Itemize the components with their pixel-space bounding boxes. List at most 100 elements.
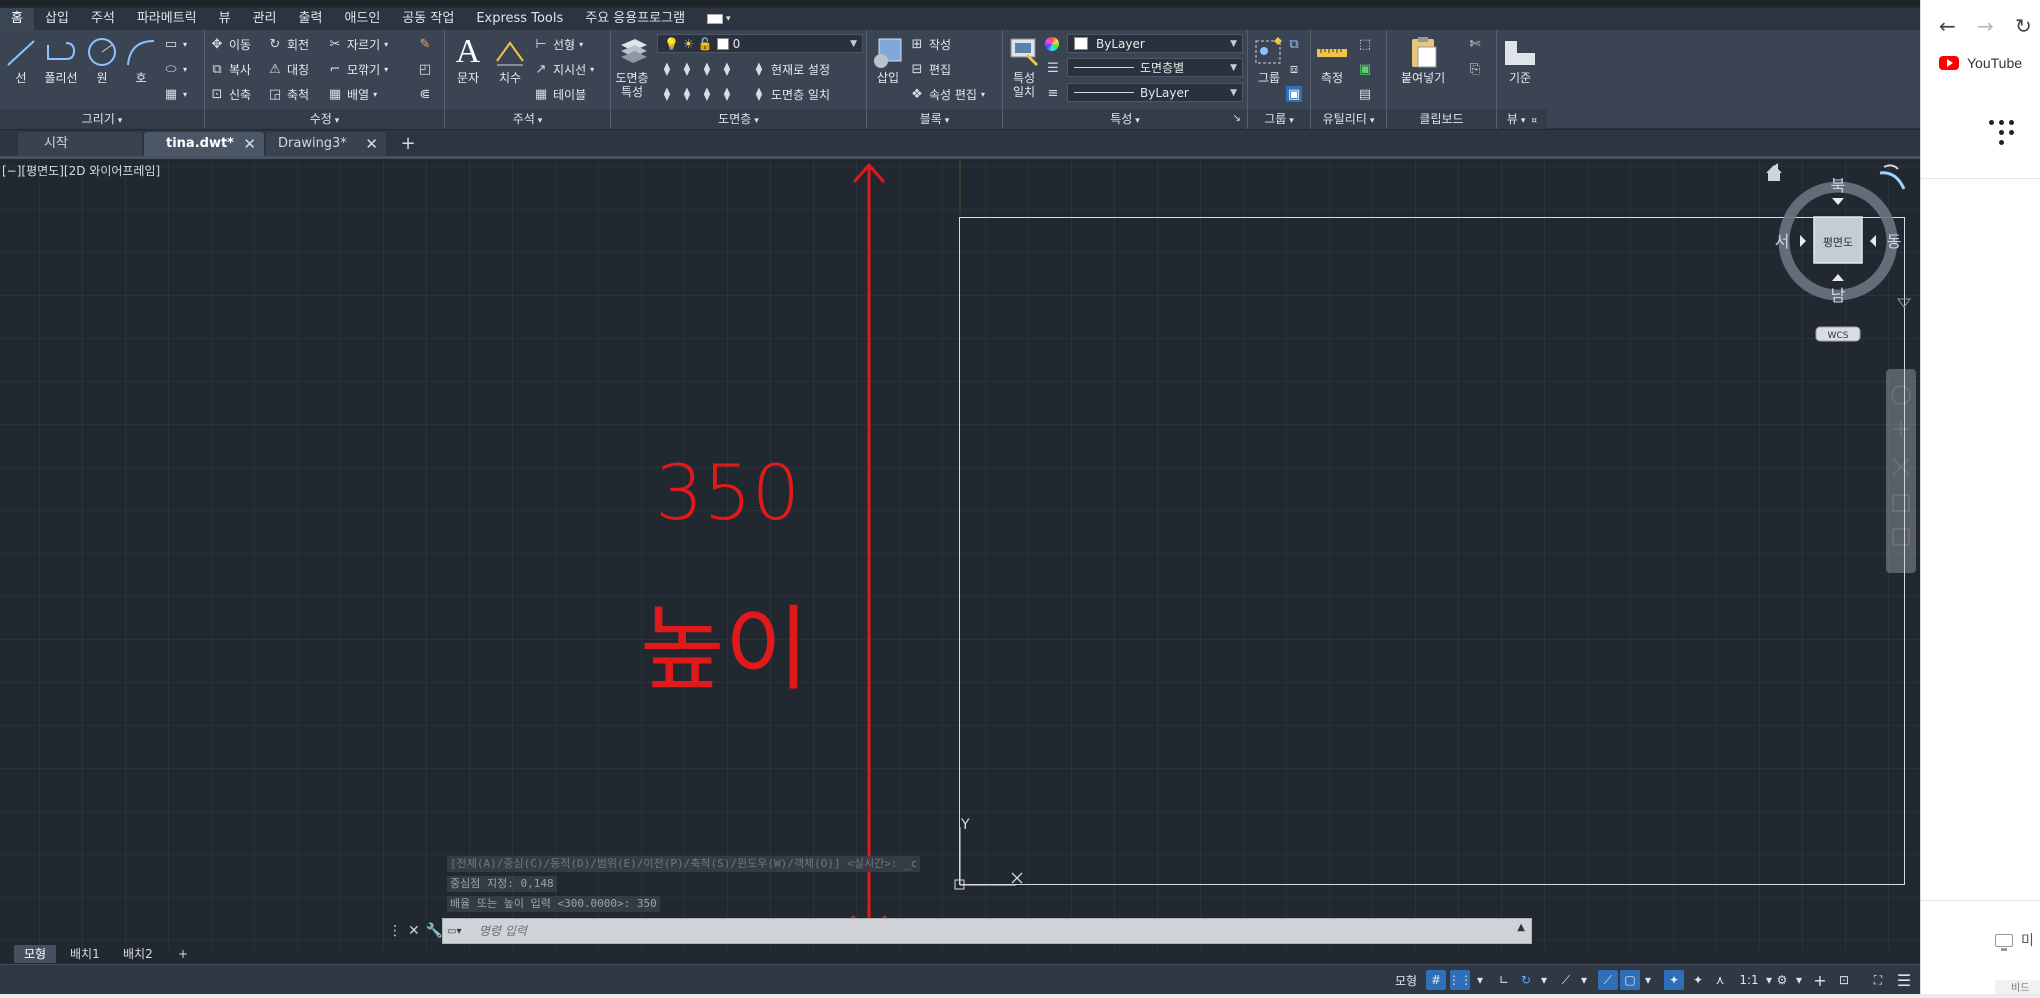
object-snap-tracking-icon[interactable]: ⟋ (1598, 970, 1618, 990)
back-arrow-icon[interactable]: ← (1939, 14, 1956, 38)
drawing-viewport[interactable]: [−][평면도][2D 와이어프레임] Y 350 높이 평면도 북 남 서 동… (0, 159, 1920, 950)
tab-addins[interactable]: 애드인 (333, 8, 391, 30)
rotate-button[interactable]: ↻ 회전 (267, 34, 310, 54)
erase-button[interactable]: ✎ (417, 34, 433, 54)
panel-draw-title[interactable]: 그리기 ▾ (0, 109, 204, 129)
calculator-button[interactable]: ▤ (1357, 84, 1373, 104)
command-line-handle[interactable]: ⋮ ✕ 🔧 (388, 920, 443, 942)
panel-properties-title[interactable]: 특성 ▾ ↘ (1003, 109, 1247, 129)
chevron-down-icon[interactable]: ▾ (1538, 970, 1550, 990)
fillet-button[interactable]: ⌐ 모깎기 ▾ (327, 59, 389, 79)
tab-view[interactable]: 뷰 (208, 8, 242, 30)
ellipse-button[interactable]: ⬭ ▾ (163, 59, 187, 79)
color-dropdown[interactable]: ByLayer ▼ (1067, 34, 1243, 53)
panel-block-title[interactable]: 블록 ▾ (867, 109, 1002, 129)
mirror-button[interactable]: ⚠ 대칭 (267, 59, 309, 79)
dimension-button[interactable]: 치수 (491, 34, 529, 85)
leader-button[interactable]: ↗ 지시선 ▾ (533, 59, 595, 79)
paste-button[interactable]: 붙여넣기 (1401, 34, 1445, 85)
close-icon[interactable]: ✕ (365, 132, 378, 156)
model-space-button[interactable]: 모형 (1388, 970, 1424, 990)
app-dots-icon[interactable] (1987, 118, 2017, 152)
panel-groups-title[interactable]: 그룹 ▾ (1248, 109, 1310, 129)
tab-collaborate[interactable]: 공동 작업 (391, 8, 465, 30)
group-button[interactable]: 그룹 (1250, 34, 1288, 85)
tab-parametric[interactable]: 파라메트릭 (126, 8, 208, 30)
polyline-button[interactable]: 폴리선 (42, 34, 80, 85)
arc-button[interactable]: 호 (122, 34, 160, 85)
tab-insert[interactable]: 삽입 (34, 8, 80, 30)
file-tab-drawing3[interactable]: Drawing3* ✕ (266, 132, 386, 156)
layout-tab-layout2[interactable]: 배치2 (113, 945, 163, 963)
tab-annotate[interactable]: 주석 (80, 8, 126, 30)
grid-toggle-icon[interactable]: # (1426, 970, 1446, 990)
tab-extra-dropdown[interactable]: ▾ (696, 8, 742, 30)
make-current-button[interactable]: ⧫ 현재로 설정 (751, 59, 830, 79)
chevron-down-icon[interactable]: ▾ (1794, 970, 1804, 990)
rectangle-button[interactable]: ▭ ▾ (163, 34, 187, 54)
auto-scale-icon[interactable]: ✦ (1688, 970, 1708, 990)
line-button[interactable]: 선 (2, 34, 40, 85)
edit-block-button[interactable]: ⊟ 편집 (909, 59, 952, 79)
polar-toggle-icon[interactable]: ↻ (1516, 970, 1536, 990)
tab-home[interactable]: 홈 (0, 8, 34, 30)
linetype-dropdown[interactable]: 도면층별 ▼ (1067, 58, 1243, 77)
group-edit-button[interactable]: ⧈ (1286, 59, 1302, 79)
file-tab-tina[interactable]: tina.dwt* ✕ (144, 132, 264, 156)
match-properties-button[interactable]: 특성 일치 (1005, 34, 1043, 99)
forward-arrow-icon[interactable]: → (1977, 14, 1994, 38)
command-prompt-icon[interactable]: ▭▾ (447, 923, 473, 940)
units-icon[interactable]: ⊡ (1834, 970, 1854, 990)
ungroup-button[interactable]: ⧉ (1286, 34, 1302, 54)
chevron-down-icon[interactable]: ▾ (1642, 970, 1654, 990)
panel-utilities-title[interactable]: 유틸리티 ▾ (1311, 109, 1386, 129)
layout-tab-model[interactable]: 모형 (14, 945, 57, 963)
device-item[interactable]: 미 (1995, 930, 2034, 951)
create-block-button[interactable]: ⊞ 작성 (909, 34, 952, 54)
object-snap-icon[interactable]: ▢ (1620, 970, 1640, 990)
reload-icon[interactable]: ↻ (2015, 14, 2032, 38)
panel-modify-title[interactable]: 수정 ▾ (205, 109, 444, 129)
panel-clipboard-title[interactable]: 클립보드 (1387, 109, 1496, 129)
annotation-scale-icon[interactable]: ⋏ (1710, 970, 1730, 990)
customize-menu-icon[interactable]: ☰ (1894, 970, 1914, 990)
move-button[interactable]: ✥ 이동 (209, 34, 252, 54)
new-tab-button[interactable]: + (398, 134, 418, 154)
lineweight-dropdown[interactable]: ByLayer ▼ (1067, 83, 1243, 102)
copy-button[interactable]: ⧉ 복사 (209, 59, 251, 79)
panel-layers-title[interactable]: 도면층 ▾ (611, 109, 866, 129)
annotation-scale-value[interactable]: 1:1 (1734, 970, 1764, 990)
color-wheel-button[interactable] (1045, 34, 1059, 54)
cut-button[interactable]: ✄ (1467, 34, 1483, 54)
layer-properties-button[interactable]: 도면층 특성 (613, 34, 651, 99)
tab-manage[interactable]: 관리 (242, 8, 288, 30)
add-layout-button[interactable]: + (168, 945, 198, 963)
scale-button[interactable]: ◲ 축척 (267, 84, 309, 104)
linear-dim-button[interactable]: ⊢ 선형 ▾ (533, 34, 583, 54)
tab-output[interactable]: 출력 (288, 8, 334, 30)
hatch-button[interactable]: ▦ ▾ (163, 84, 187, 104)
fullscreen-icon[interactable]: ⛶ (1868, 970, 1888, 990)
command-input[interactable] (479, 922, 1479, 940)
base-view-button[interactable]: 기준 (1501, 34, 1539, 85)
chevron-up-icon[interactable]: ▲ (1517, 922, 1525, 933)
tab-featured-apps[interactable]: 주요 응용프로그램 (574, 8, 696, 30)
close-icon[interactable]: ✕ (408, 923, 420, 939)
layer-tools-row2[interactable]: ⧫ ⧫ ⧫ ⧫ (659, 84, 735, 104)
measure-button[interactable]: 측정 (1313, 34, 1351, 85)
grip-icon[interactable]: ⋮ (388, 923, 402, 939)
edit-attribute-button[interactable]: ❖ 속성 편집 ▾ (909, 84, 985, 104)
dialog-launcher-icon[interactable]: ↘ (1233, 109, 1241, 129)
layer-dropdown[interactable]: 💡 ☀ 🔓 0 ▼ (657, 34, 863, 53)
snap-toggle-icon[interactable]: ⋮⋮ (1448, 970, 1472, 990)
close-icon[interactable]: ✕ (243, 132, 256, 156)
explode-button[interactable]: ◰ (417, 59, 433, 79)
panel-view-title[interactable]: 뷰 ▾ ¤ (1497, 109, 1547, 129)
quick-select-button[interactable]: ⬚ (1357, 34, 1373, 54)
panel-annotation-title[interactable]: 주석 ▾ (445, 109, 610, 129)
offset-button[interactable]: ⋐ (417, 84, 433, 104)
youtube-shortcut[interactable]: YouTube (1939, 55, 2022, 71)
customize-wrench-icon[interactable]: 🔧 (426, 923, 443, 939)
ortho-toggle-icon[interactable]: ∟ (1494, 970, 1514, 990)
isodraft-icon[interactable]: ⟋ (1556, 970, 1576, 990)
